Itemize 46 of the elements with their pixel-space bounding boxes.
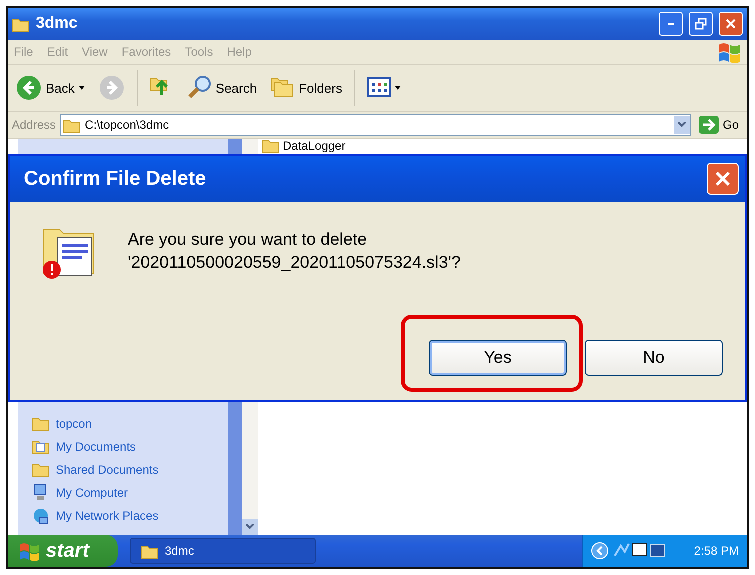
menu-item[interactable]: Help <box>227 45 252 59</box>
taskbar-button[interactable]: 3dmc <box>130 538 316 564</box>
back-button[interactable]: Back <box>14 73 87 103</box>
folders-button[interactable]: Folders <box>269 73 344 103</box>
chevron-down-icon <box>246 524 254 530</box>
menu-item[interactable]: Tools <box>185 45 214 59</box>
tray-icons-drawing <box>613 542 667 560</box>
close-button[interactable] <box>719 12 743 36</box>
search-icon <box>188 75 212 101</box>
clock: 2:58 PM <box>694 544 739 558</box>
close-button[interactable] <box>707 163 739 195</box>
restore-icon <box>695 18 707 30</box>
menu-item[interactable]: Favorites <box>122 45 172 59</box>
folder-list-item[interactable]: DataLogger <box>262 139 743 153</box>
sidebar-link[interactable]: Shared Documents <box>32 461 228 479</box>
menu-item[interactable]: View <box>82 45 108 59</box>
windows-flag-icon <box>717 41 741 63</box>
search-button[interactable]: Search <box>186 73 260 103</box>
sidebar-link[interactable]: My Documents <box>32 438 228 456</box>
address-label: Address <box>12 118 56 132</box>
minimize-icon <box>668 23 674 25</box>
chevron-left-icon <box>591 542 609 560</box>
windows-flag-icon <box>18 541 40 561</box>
menu-item[interactable]: File <box>14 45 34 59</box>
start-button[interactable]: start <box>8 535 118 567</box>
dialog-button[interactable]: Yes <box>429 340 567 376</box>
dropdown-button[interactable] <box>674 116 690 134</box>
go-arrow-icon <box>698 116 719 134</box>
chevron-down-icon <box>678 122 686 128</box>
restore-button[interactable] <box>689 12 713 36</box>
dropdown-arrow-icon <box>395 86 402 90</box>
sidebar-link[interactable]: topcon <box>32 415 228 433</box>
minimize-button[interactable] <box>659 12 683 36</box>
menu-item[interactable]: Edit <box>47 45 68 59</box>
close-icon <box>725 18 737 30</box>
dialog-message: Are you sure you want to delete '2020110500020559_20201105075324.sl3'? <box>128 229 461 274</box>
dropdown-arrow-icon <box>78 86 85 90</box>
close-icon <box>715 171 731 187</box>
network-icon <box>32 507 50 525</box>
dialog-title: Confirm File Delete <box>24 168 208 190</box>
dialog-button[interactable]: No <box>585 340 723 376</box>
window-title: 3dmc <box>36 15 79 33</box>
go-button[interactable]: Go <box>694 116 743 134</box>
address-field[interactable]: C:\topcon\3dmc <box>60 114 691 136</box>
sidebar-link[interactable]: My Network Places <box>32 507 228 525</box>
sidebar-link[interactable]: My Computer <box>32 484 228 502</box>
